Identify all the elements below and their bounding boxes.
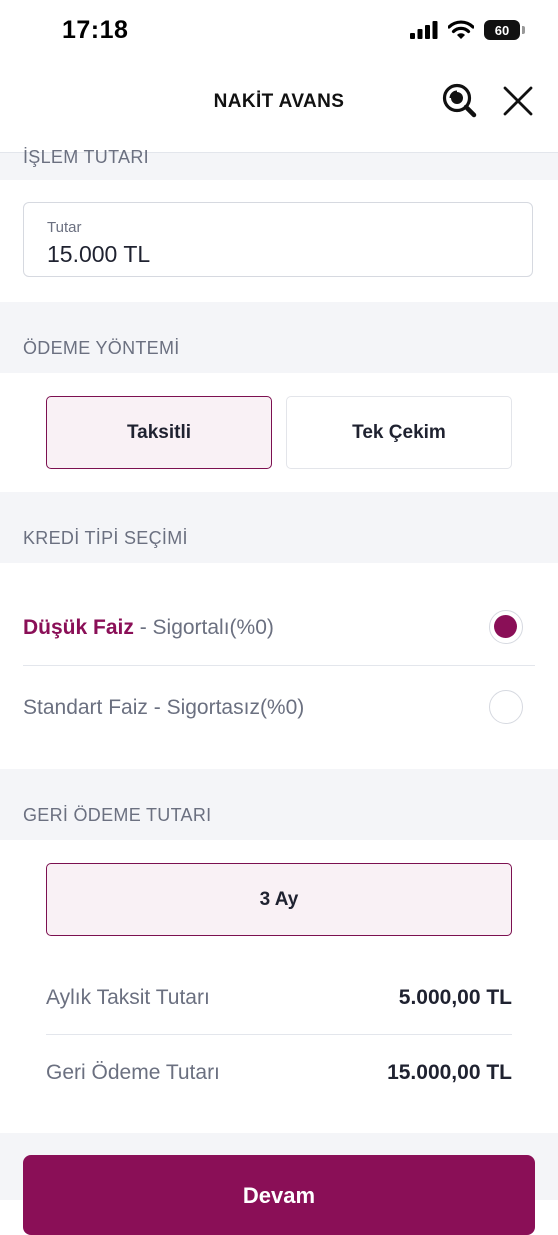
- amount-field-value[interactable]: 15.000 TL: [47, 241, 150, 268]
- term-option-3-months[interactable]: 3 Ay: [46, 863, 512, 936]
- radio-checked-icon[interactable]: [489, 610, 523, 644]
- credit-option-standard-interest-detail: - Sigortasız(%0): [147, 696, 305, 719]
- close-icon[interactable]: [500, 83, 536, 119]
- divider: [46, 1034, 512, 1035]
- monthly-installment-value: 5.000,00 TL: [398, 986, 512, 1009]
- battery-icon: 60: [484, 20, 525, 40]
- status-time: 17:18: [62, 16, 129, 44]
- payment-option-single-label: Tek Çekim: [352, 421, 446, 443]
- radio-unchecked-icon[interactable]: [489, 690, 523, 724]
- total-repayment-label: Geri Ödeme Tutarı: [46, 1061, 220, 1084]
- monthly-installment-label: Aylık Taksit Tutarı: [46, 986, 210, 1009]
- credit-option-standard-interest[interactable]: Standart Faiz - Sigortasız(%0): [23, 678, 535, 738]
- section-header-payment-method: ÖDEME YÖNTEMİ: [0, 302, 558, 373]
- battery-level: 60: [494, 22, 510, 38]
- signal-icon: [410, 21, 438, 39]
- section-title-credit-type: KREDİ TİPİ SEÇİMİ: [23, 528, 188, 548]
- status-bar: 17:18 60: [0, 0, 558, 64]
- payment-option-installment[interactable]: Taksitli: [46, 396, 272, 469]
- payment-option-single[interactable]: Tek Çekim: [286, 396, 512, 469]
- section-header-amount: İŞLEM TUTARI: [0, 147, 558, 180]
- payment-option-installment-label: Taksitli: [126, 421, 192, 443]
- continue-button-label: Devam: [242, 1183, 316, 1208]
- section-header-repayment: GERİ ÖDEME TUTARI: [0, 769, 558, 840]
- nav-header: NAKİT AVANS: [0, 64, 558, 153]
- status-icons: 60: [410, 20, 525, 40]
- search-icon[interactable]: [440, 81, 480, 121]
- wifi-icon: [448, 20, 474, 39]
- continue-button[interactable]: Devam: [23, 1155, 535, 1235]
- total-repayment-row: Geri Ödeme Tutarı 15.000,00 TL: [46, 1053, 512, 1093]
- term-option-label: 3 Ay: [259, 888, 299, 910]
- section-title-repayment: GERİ ÖDEME TUTARI: [23, 805, 212, 825]
- divider: [23, 665, 535, 666]
- credit-option-standard-interest-name: Standart Faiz: [23, 696, 148, 719]
- credit-option-low-interest-detail: - Sigortalı(%0): [133, 616, 274, 639]
- monthly-installment-row: Aylık Taksit Tutarı 5.000,00 TL: [46, 978, 512, 1018]
- amount-field-label: Tutar: [47, 219, 82, 236]
- amount-field[interactable]: Tutar 15.000 TL: [23, 202, 533, 277]
- credit-option-low-interest-name: Düşük Faiz: [23, 616, 134, 639]
- section-title-amount: İŞLEM TUTARI: [23, 147, 149, 167]
- total-repayment-value: 15.000,00 TL: [387, 1061, 512, 1084]
- section-title-payment-method: ÖDEME YÖNTEMİ: [23, 338, 180, 358]
- credit-option-low-interest[interactable]: Düşük Faiz - Sigortalı(%0): [23, 598, 535, 658]
- section-header-credit-type: KREDİ TİPİ SEÇİMİ: [0, 492, 558, 563]
